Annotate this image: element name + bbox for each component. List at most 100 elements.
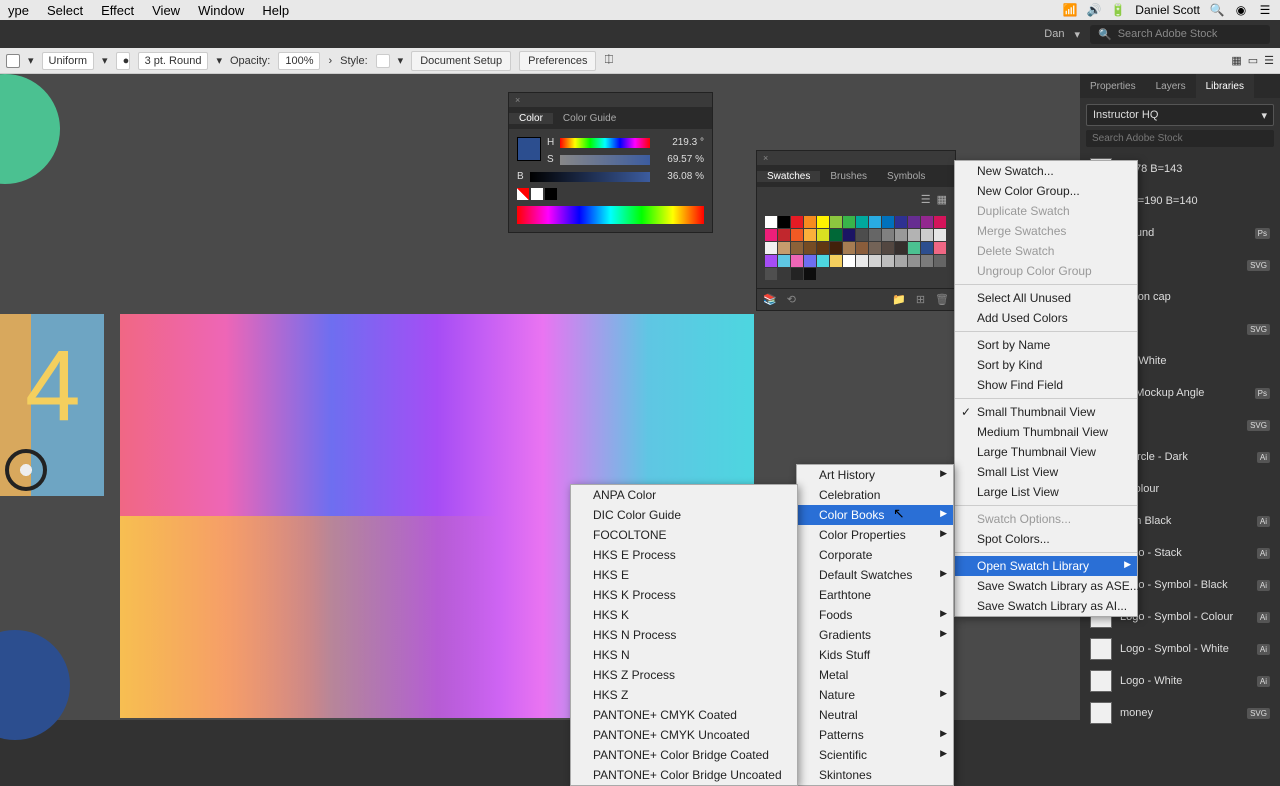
swatch[interactable]	[830, 229, 842, 241]
swatch[interactable]	[869, 229, 881, 241]
blue-circle-shape[interactable]	[0, 630, 70, 740]
swatch[interactable]	[817, 255, 829, 267]
menu-item[interactable]: Small List View	[955, 462, 1137, 482]
panel-icon[interactable]: ☰	[1264, 54, 1274, 67]
swatch[interactable]	[804, 268, 816, 280]
swatch[interactable]	[817, 229, 829, 241]
swatch[interactable]	[908, 216, 920, 228]
menu-item[interactable]: Corporate	[797, 545, 953, 565]
swatch[interactable]	[921, 242, 933, 254]
close-icon[interactable]: ×	[757, 151, 955, 165]
options-icon[interactable]: ⟲	[787, 293, 796, 306]
swatch[interactable]	[817, 242, 829, 254]
menu-item[interactable]: FOCOLTONE	[571, 525, 797, 545]
swatch[interactable]	[921, 255, 933, 267]
chevron-down-icon[interactable]: ▾	[1074, 28, 1080, 41]
stroke-weight[interactable]: 3 pt. Round	[138, 52, 209, 70]
menu-item[interactable]: Color Properties	[797, 525, 953, 545]
menu-item[interactable]: Large Thumbnail View	[955, 442, 1137, 462]
swatch[interactable]	[804, 242, 816, 254]
swatch[interactable]	[908, 229, 920, 241]
swatch[interactable]	[778, 229, 790, 241]
grid-view-icon[interactable]: ▦	[937, 193, 947, 206]
swatch[interactable]	[882, 242, 894, 254]
menu-item[interactable]: PANTONE+ Color Bridge Coated	[571, 745, 797, 765]
menu-item[interactable]: HKS Z Process	[571, 665, 797, 685]
view-icon[interactable]: ▭	[1248, 54, 1258, 67]
menu-item[interactable]: Select All Unused	[955, 288, 1137, 308]
menu-item[interactable]: Art History	[797, 465, 953, 485]
swatch[interactable]	[882, 216, 894, 228]
tab-libraries[interactable]: Libraries	[1196, 74, 1254, 98]
swatch[interactable]	[778, 216, 790, 228]
menu-item[interactable]: Large List View	[955, 482, 1137, 502]
swatch[interactable]	[934, 242, 946, 254]
library-item[interactable]: Logo - WhiteAi	[1086, 665, 1274, 697]
wifi-icon[interactable]: 📶	[1063, 3, 1077, 17]
menu-item[interactable]: Nature	[797, 685, 953, 705]
menu-item[interactable]: Sort by Name	[955, 335, 1137, 355]
swatch[interactable]	[921, 216, 933, 228]
swatch[interactable]	[791, 229, 803, 241]
swatch[interactable]	[791, 268, 803, 280]
swatch[interactable]	[934, 229, 946, 241]
menu-item[interactable]: Kids Stuff	[797, 645, 953, 665]
document-setup-button[interactable]: Document Setup	[411, 51, 511, 71]
swatch[interactable]	[908, 242, 920, 254]
swatch[interactable]	[856, 216, 868, 228]
swatch[interactable]	[882, 229, 894, 241]
menu-item[interactable]: Foods	[797, 605, 953, 625]
trash-icon[interactable]: 🗑	[935, 293, 949, 306]
swatch[interactable]	[791, 242, 803, 254]
menu-item[interactable]: Scientific	[797, 745, 953, 765]
tab-properties[interactable]: Properties	[1080, 74, 1146, 98]
menu-item[interactable]: PANTONE+ Color Bridge Uncoated	[571, 765, 797, 785]
swatch[interactable]	[765, 268, 777, 280]
none-icon[interactable]	[517, 188, 529, 200]
menu-effect[interactable]: Effect	[101, 3, 134, 18]
swatch[interactable]	[856, 242, 868, 254]
tab-swatches[interactable]: Swatches	[757, 171, 820, 182]
menu-view[interactable]: View	[152, 3, 180, 18]
menu-item[interactable]: Add Used Colors	[955, 308, 1137, 328]
saturation-slider[interactable]	[560, 155, 650, 165]
swatch[interactable]	[830, 255, 842, 267]
list-view-icon[interactable]: ☰	[921, 193, 931, 206]
menu-icon[interactable]: ☰	[1258, 3, 1272, 17]
menu-item[interactable]: New Swatch...	[955, 161, 1137, 181]
fill-swatch[interactable]	[6, 54, 20, 68]
swatch[interactable]	[778, 242, 790, 254]
swatch[interactable]	[791, 255, 803, 267]
menu-item[interactable]: Spot Colors...	[955, 529, 1137, 549]
menu-ype[interactable]: ype	[8, 3, 29, 18]
menu-select[interactable]: Select	[47, 3, 83, 18]
battery-icon[interactable]: 🔋	[1111, 3, 1125, 17]
menu-item[interactable]: ANPA Color	[571, 485, 797, 505]
menu-item[interactable]: Medium Thumbnail View	[955, 422, 1137, 442]
swatch[interactable]	[856, 229, 868, 241]
folder-icon[interactable]: 📁	[892, 293, 906, 306]
fill-stroke-proxy[interactable]	[517, 137, 541, 161]
menu-item[interactable]: ✓Small Thumbnail View	[955, 402, 1137, 422]
menu-item[interactable]: HKS E	[571, 565, 797, 585]
stroke-type[interactable]: Uniform	[42, 52, 95, 70]
swatch[interactable]	[830, 242, 842, 254]
align-icon[interactable]: ⎅	[604, 54, 613, 67]
swatch[interactable]	[843, 229, 855, 241]
swatch[interactable]	[830, 216, 842, 228]
swatch[interactable]	[843, 216, 855, 228]
swatch[interactable]	[869, 216, 881, 228]
swatch[interactable]	[921, 229, 933, 241]
menu-item[interactable]: Open Swatch Library	[955, 556, 1137, 576]
menu-item[interactable]: Skintones	[797, 765, 953, 785]
stroke-down-icon[interactable]: ▾	[28, 54, 34, 67]
search-icon[interactable]: 🔍	[1210, 3, 1224, 17]
placed-image[interactable]: 4	[0, 314, 104, 496]
swatch[interactable]	[869, 255, 881, 267]
swatch[interactable]	[895, 242, 907, 254]
menu-item[interactable]: Neutral	[797, 705, 953, 725]
black-swatch[interactable]	[545, 188, 557, 200]
volume-icon[interactable]: 🔊	[1087, 3, 1101, 17]
swatch[interactable]	[908, 255, 920, 267]
white-swatch[interactable]	[531, 188, 543, 200]
